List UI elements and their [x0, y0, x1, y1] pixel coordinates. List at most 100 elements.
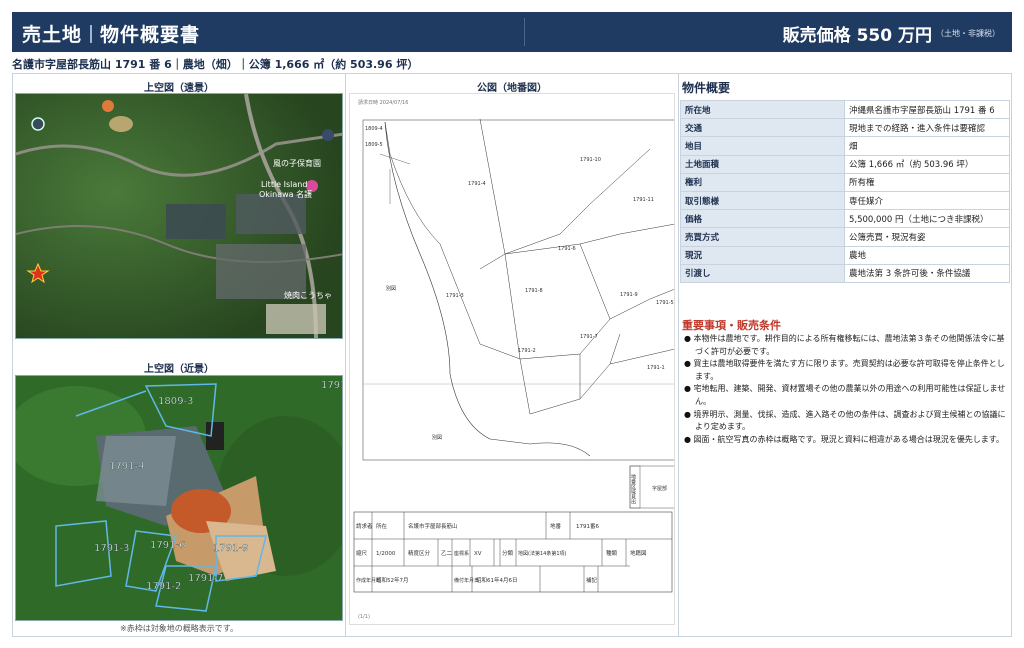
- table-value: 1791番6: [576, 523, 599, 530]
- bullet-icon: ●: [684, 334, 694, 343]
- parcel-label: 1791-4: [468, 181, 486, 187]
- row-key: 現況: [680, 245, 845, 265]
- side-label: 字屋部: [652, 485, 667, 492]
- cadastral-svg: 請求日時 2024/07/16 1809-4 1809-5 1791-10 17…: [353, 99, 674, 620]
- aerial-far-image: 風の子保育園 Little Island Okinawa 名護 焼肉こうちゃ: [15, 93, 343, 339]
- table-key: 縮尺: [356, 549, 368, 557]
- list-item: ● 宅地転用、建築、開発、資材置場その他の農業以外の用途への利用可能性は保証しま…: [684, 383, 1006, 408]
- table-value: 名護市字屋部長筋山: [408, 522, 458, 530]
- row-value: 専任媒介: [844, 190, 1010, 211]
- table-row: 引渡し 農地法第 3 条許可後・条件協議: [680, 263, 1010, 283]
- list-item: ● 図面・航空写真の赤枠は概略です。現況と資料に相違がある場合は現況を優先します…: [684, 434, 1006, 447]
- row-key: 所在地: [680, 99, 845, 120]
- table-key: 所在: [376, 522, 388, 530]
- row-value: 農地: [844, 245, 1010, 265]
- map-label: Okinawa 名護: [259, 189, 312, 199]
- row-key: 価格: [680, 209, 845, 229]
- map-label: Little Island: [261, 180, 307, 189]
- parcel-label: 別図: [432, 434, 442, 441]
- table-key: 地番: [550, 522, 562, 530]
- parcel-label: 1791-8: [525, 288, 543, 294]
- property-title: 物件概要: [682, 81, 731, 95]
- row-value: 農地法第 3 条許可後・条件協議: [844, 263, 1010, 283]
- map-header-text: 請求日時 2024/07/16: [358, 99, 408, 106]
- row-key: 引渡し: [680, 263, 845, 283]
- parcel-label: 別図: [386, 285, 396, 292]
- table-row: 地目畑: [680, 136, 1010, 156]
- title-left: 売土地: [22, 24, 83, 46]
- parcel-label: 1791-6: [150, 540, 185, 551]
- row-value: 公簿売買・現況有姿: [844, 227, 1010, 247]
- note-text: 宅地転用、建築、開発、資材置場その他の農業以外の用途への利用可能性は保証しません…: [693, 384, 1006, 406]
- notes-list: ● 本物件は農地です。耕作目的による所有権移転には、農地法第３条その他関係法令に…: [684, 333, 1006, 446]
- note-text: 本物件は農地です。耕作目的による所有権移転には、農地法第３条その他関係法令に基づ…: [693, 334, 1005, 356]
- parcel-label: 1791-9: [213, 543, 248, 554]
- bullet-icon: ●: [684, 384, 694, 394]
- table-row: 土地面積 公簿 1,666 ㎡（約 503.96 坪）: [680, 154, 1010, 174]
- parcel-label: 1791-7: [188, 573, 223, 584]
- row-value: 所有権: [844, 172, 1010, 192]
- parcel-label: 1809-5: [365, 142, 383, 148]
- table-key: 補記: [586, 576, 598, 584]
- list-item: ● 買主は農地取得要件を満たす方に限ります。売買契約は必要な許可取得を停止条件と…: [684, 358, 1006, 383]
- table-key: 請求者: [356, 522, 373, 530]
- note-text: 境界明示、測量、伐採、造成、進入路その他の条件は、調査および買主候補との協議によ…: [693, 409, 1006, 432]
- table-row: 交通 現地までの経路・進入条件は要確認: [680, 118, 1010, 138]
- parcel-label: 1809-4: [365, 126, 383, 132]
- bullet-icon: ●: [684, 434, 694, 444]
- side-box-label: 地番区域見出: [630, 473, 636, 505]
- map-footer: (1/1): [358, 614, 370, 620]
- note-text: 図面・航空写真の赤枠は概略です。現況と資料に相違がある場合は現況を優先します。: [693, 434, 1004, 444]
- table-row: 所在地 沖縄県名護市字屋部長筋山 1791 番 6: [680, 99, 1010, 120]
- aerial-caption: ※赤枠は対象地の概略表示です。: [120, 624, 238, 633]
- parcel-label: 1791-1: [647, 365, 665, 371]
- table-value: 地図(法第14条第1項): [518, 550, 566, 557]
- row-key: 地目: [680, 136, 845, 156]
- table-value: 乙二: [441, 550, 453, 557]
- table-row: 取引態様 専任媒介: [680, 190, 1010, 211]
- bullet-icon: ●: [684, 359, 694, 369]
- parcel-label: 1791-2: [518, 348, 536, 354]
- bullet-icon: ●: [684, 409, 694, 419]
- parcel-label: 1809-3: [158, 396, 193, 407]
- list-item: ● 境界明示、測量、伐採、造成、進入路その他の条件は、調査および買主候補との協議…: [684, 409, 1006, 434]
- property-table: 所在地 沖縄県名護市字屋部長筋山 1791 番 6 交通 現地までの経路・進入条件は…: [680, 99, 1010, 283]
- aerial-far-svg: 風の子保育園 Little Island Okinawa 名護 焼肉こうちゃ: [16, 94, 342, 338]
- header-bar: 売土地 物件概要書 販売価格 550 万円 （土地・非課税）: [12, 12, 1012, 52]
- aerial-near-title: 上空図（近景）: [144, 364, 214, 375]
- list-item: ● 本物件は農地です。耕作目的による所有権移転には、農地法第３条その他関係法令に…: [684, 333, 1006, 358]
- table-key: 座標系: [454, 550, 469, 557]
- table-row: 権利 所有権: [680, 172, 1010, 192]
- notes-title: 重要事項・販売条件: [682, 319, 781, 332]
- price-note: （土地・非課税）: [936, 29, 1000, 38]
- table-value: XV: [474, 551, 482, 557]
- sale-price: 販売価格 550 万円: [782, 26, 932, 46]
- parcel-label: 1791: [321, 380, 343, 391]
- row-key: 交通: [680, 118, 845, 138]
- parcel-label: 1791-7: [580, 334, 598, 340]
- column-divider: [345, 73, 346, 637]
- header-divider: [524, 18, 525, 46]
- table-key: 精度区分: [408, 549, 431, 557]
- note-text: 買主は農地取得要件を満たす方に限ります。売買契約は必要な許可取得を停止条件としま…: [693, 359, 1005, 381]
- row-key: 土地面積: [680, 154, 845, 174]
- row-value: 沖縄県名護市字屋部長筋山 1791 番 6: [844, 99, 1010, 120]
- table-key: 種類: [606, 549, 618, 557]
- parcel-label: 1791-9: [620, 292, 638, 298]
- row-value: 公簿 1,666 ㎡（約 503.96 坪）: [844, 154, 1010, 174]
- table-row: 現況 農地: [680, 245, 1010, 265]
- parcel-label: 1791-6: [558, 246, 576, 252]
- table-row: 価格 5,500,000 円（土地につき非課税）: [680, 209, 1010, 229]
- table-row: 売買方式 公簿売買・現況有姿: [680, 227, 1010, 247]
- column-divider: [678, 73, 679, 637]
- property-subtitle: 名護市字屋部長筋山 1791 番 6｜農地（畑）｜公簿 1,666 ㎡（約 50…: [12, 58, 419, 71]
- parcel-label: 1791-3: [94, 543, 129, 554]
- table-key: 分類: [502, 549, 514, 557]
- title-right: 物件概要書: [100, 24, 201, 46]
- parcel-label: 1791-5: [656, 300, 674, 306]
- table-value: 1/2000: [376, 551, 396, 557]
- aerial-near-svg: 1809-3 1791-4 1791-3 1791-6 1791-9 1791-…: [16, 376, 343, 620]
- table-value: 地籍図: [630, 549, 647, 557]
- row-key: 権利: [680, 172, 845, 192]
- aerial-far-title: 上空図（遠景）: [144, 83, 214, 94]
